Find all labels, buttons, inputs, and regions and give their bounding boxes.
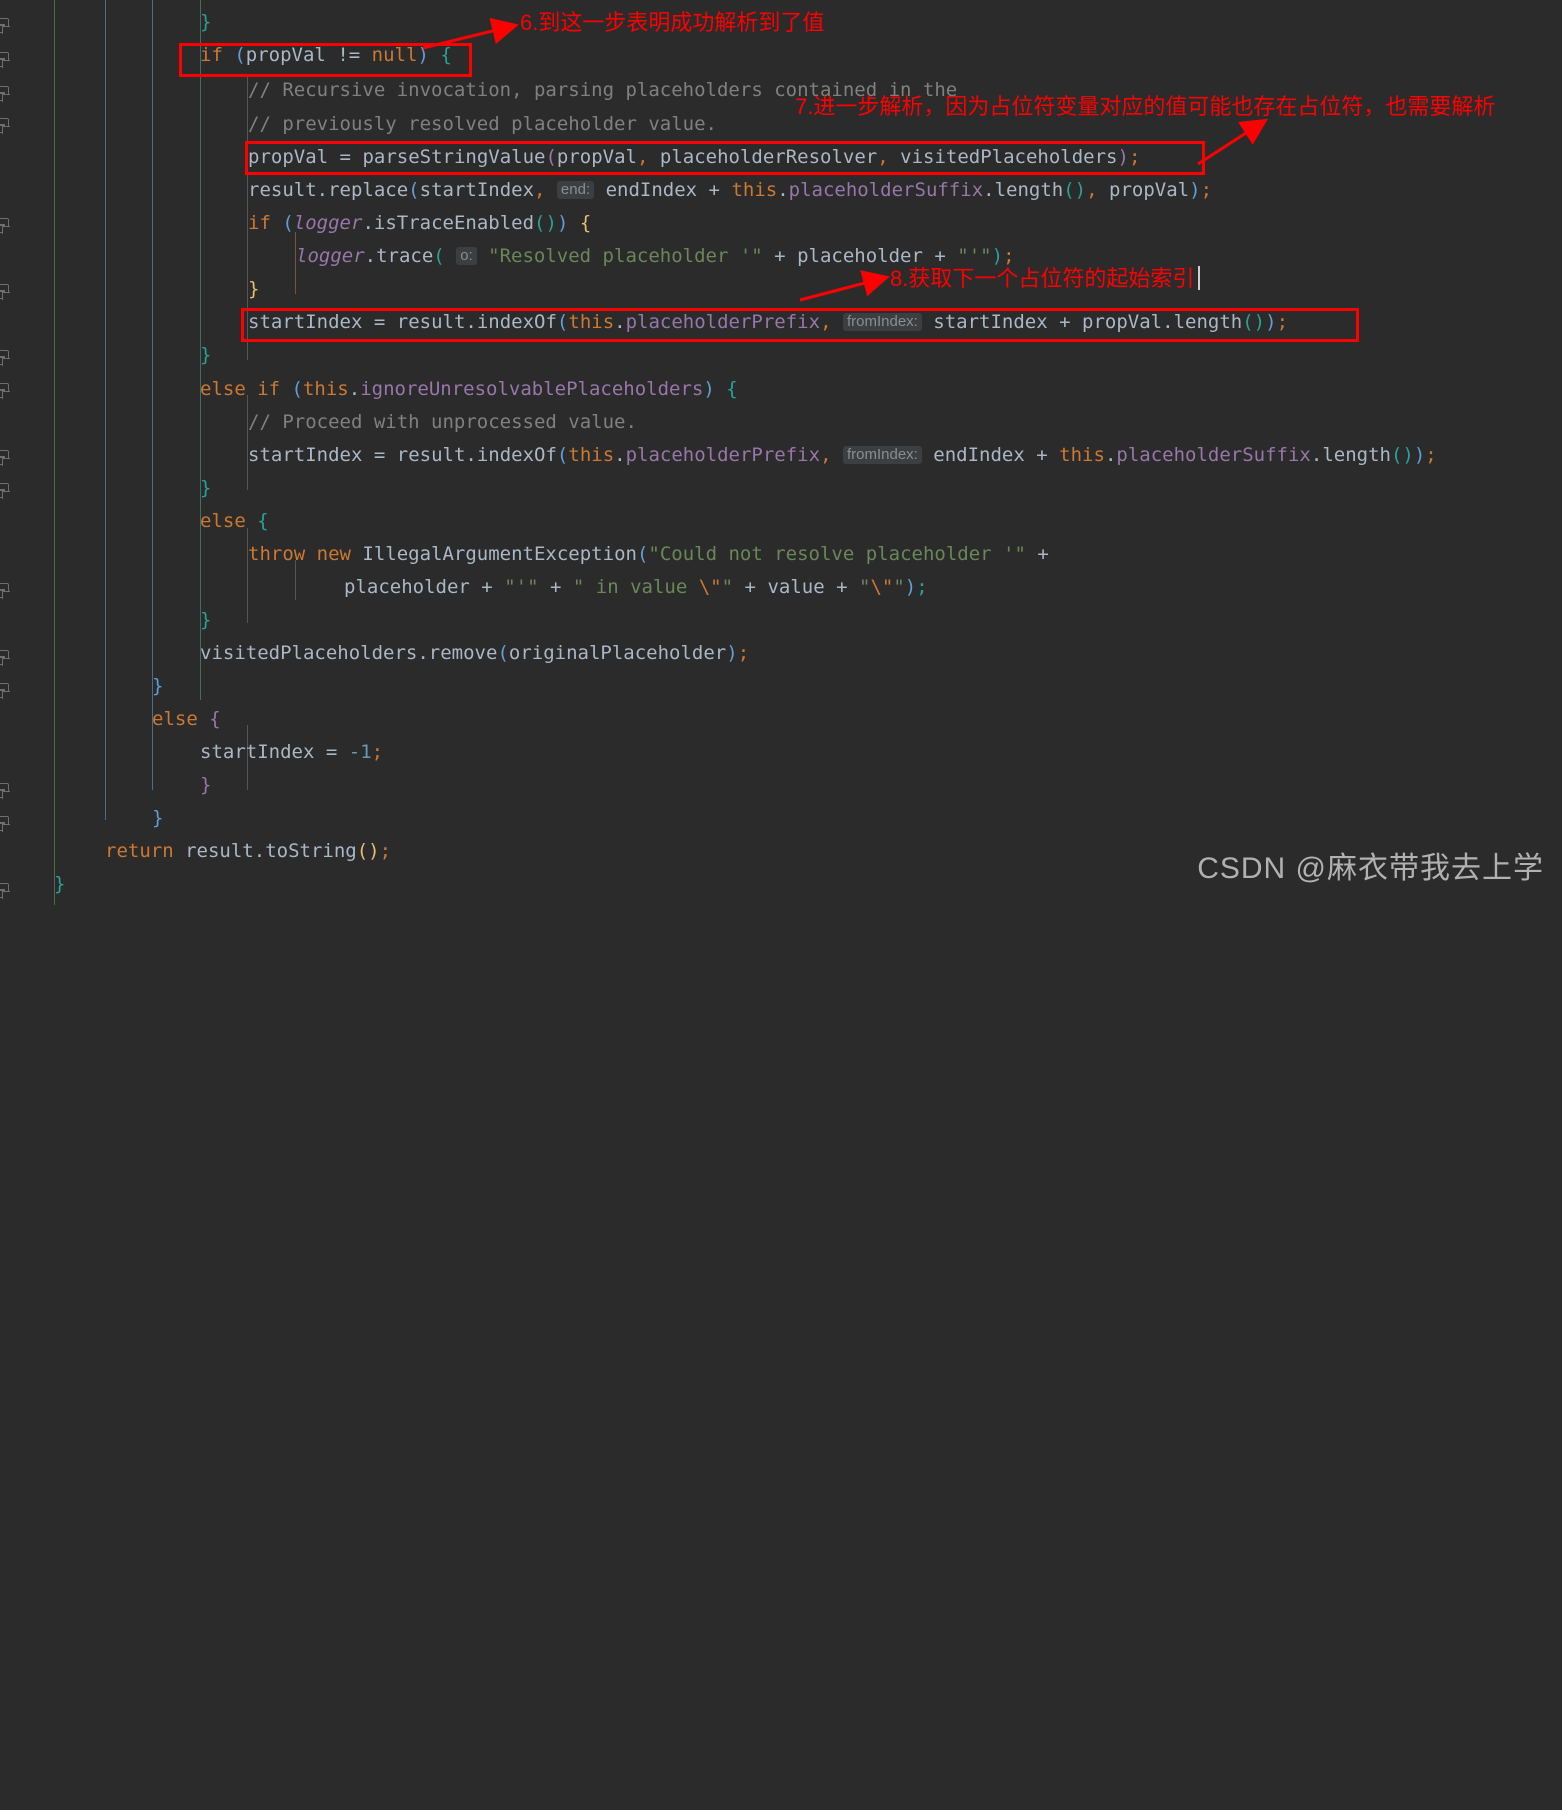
code-line[interactable]: // Proceed with unprocessed value. xyxy=(248,406,637,439)
code-line[interactable]: } xyxy=(200,339,211,372)
code-line[interactable]: else { xyxy=(200,505,269,538)
code-line[interactable]: startIndex = result.indexOf(this.placeho… xyxy=(248,439,1437,472)
code-line[interactable]: } xyxy=(200,769,211,802)
code-line[interactable]: else { xyxy=(152,703,221,736)
param-hint-end: end: xyxy=(556,181,595,199)
code-line[interactable]: // previously resolved placeholder value… xyxy=(248,108,717,141)
code-line[interactable]: } xyxy=(200,604,211,637)
code-line[interactable]: visitedPlaceholders.remove(originalPlace… xyxy=(200,637,749,670)
csdn-watermark: CSDN @麻衣带我去上学 xyxy=(1197,852,1544,885)
code-line[interactable]: } xyxy=(200,6,211,39)
code-content[interactable]: } } if (propVal != null) { // Recursive … xyxy=(0,0,1562,905)
code-line[interactable]: propVal = parseStringValue(propVal, plac… xyxy=(248,141,1140,174)
code-line[interactable]: result.replace(startIndex, end: endIndex… xyxy=(248,174,1212,207)
code-line[interactable]: else if (this.ignoreUnresolvablePlacehol… xyxy=(200,373,738,406)
code-line[interactable]: if (propVal != null) { xyxy=(200,39,452,72)
code-line[interactable]: } xyxy=(248,273,259,306)
code-line[interactable]: placeholder + "'" + " in value \"" + val… xyxy=(344,571,928,604)
code-line[interactable]: } xyxy=(54,868,65,901)
code-line[interactable]: if (logger.isTraceEnabled()) { xyxy=(248,207,591,240)
param-hint-o: o: xyxy=(456,247,477,265)
code-line[interactable]: throw new IllegalArgumentException("Coul… xyxy=(248,538,1049,571)
code-line[interactable]: startIndex = -1; xyxy=(200,736,383,769)
param-hint-fromindex: fromIndex: xyxy=(842,446,922,464)
code-line[interactable]: return result.toString(); xyxy=(105,835,391,868)
param-hint-fromindex: fromIndex: xyxy=(842,313,922,331)
code-line[interactable]: } xyxy=(200,472,211,505)
code-line[interactable]: // Recursive invocation, parsing placeho… xyxy=(248,74,957,107)
code-line[interactable]: } xyxy=(152,670,163,703)
code-line[interactable]: logger.trace( o: "Resolved placeholder '… xyxy=(296,240,1015,273)
code-editor[interactable]: } } if (propVal != null) { // Recursive … xyxy=(0,0,1562,905)
code-line[interactable]: } xyxy=(152,802,163,835)
code-line[interactable]: startIndex = result.indexOf(this.placeho… xyxy=(248,306,1288,339)
